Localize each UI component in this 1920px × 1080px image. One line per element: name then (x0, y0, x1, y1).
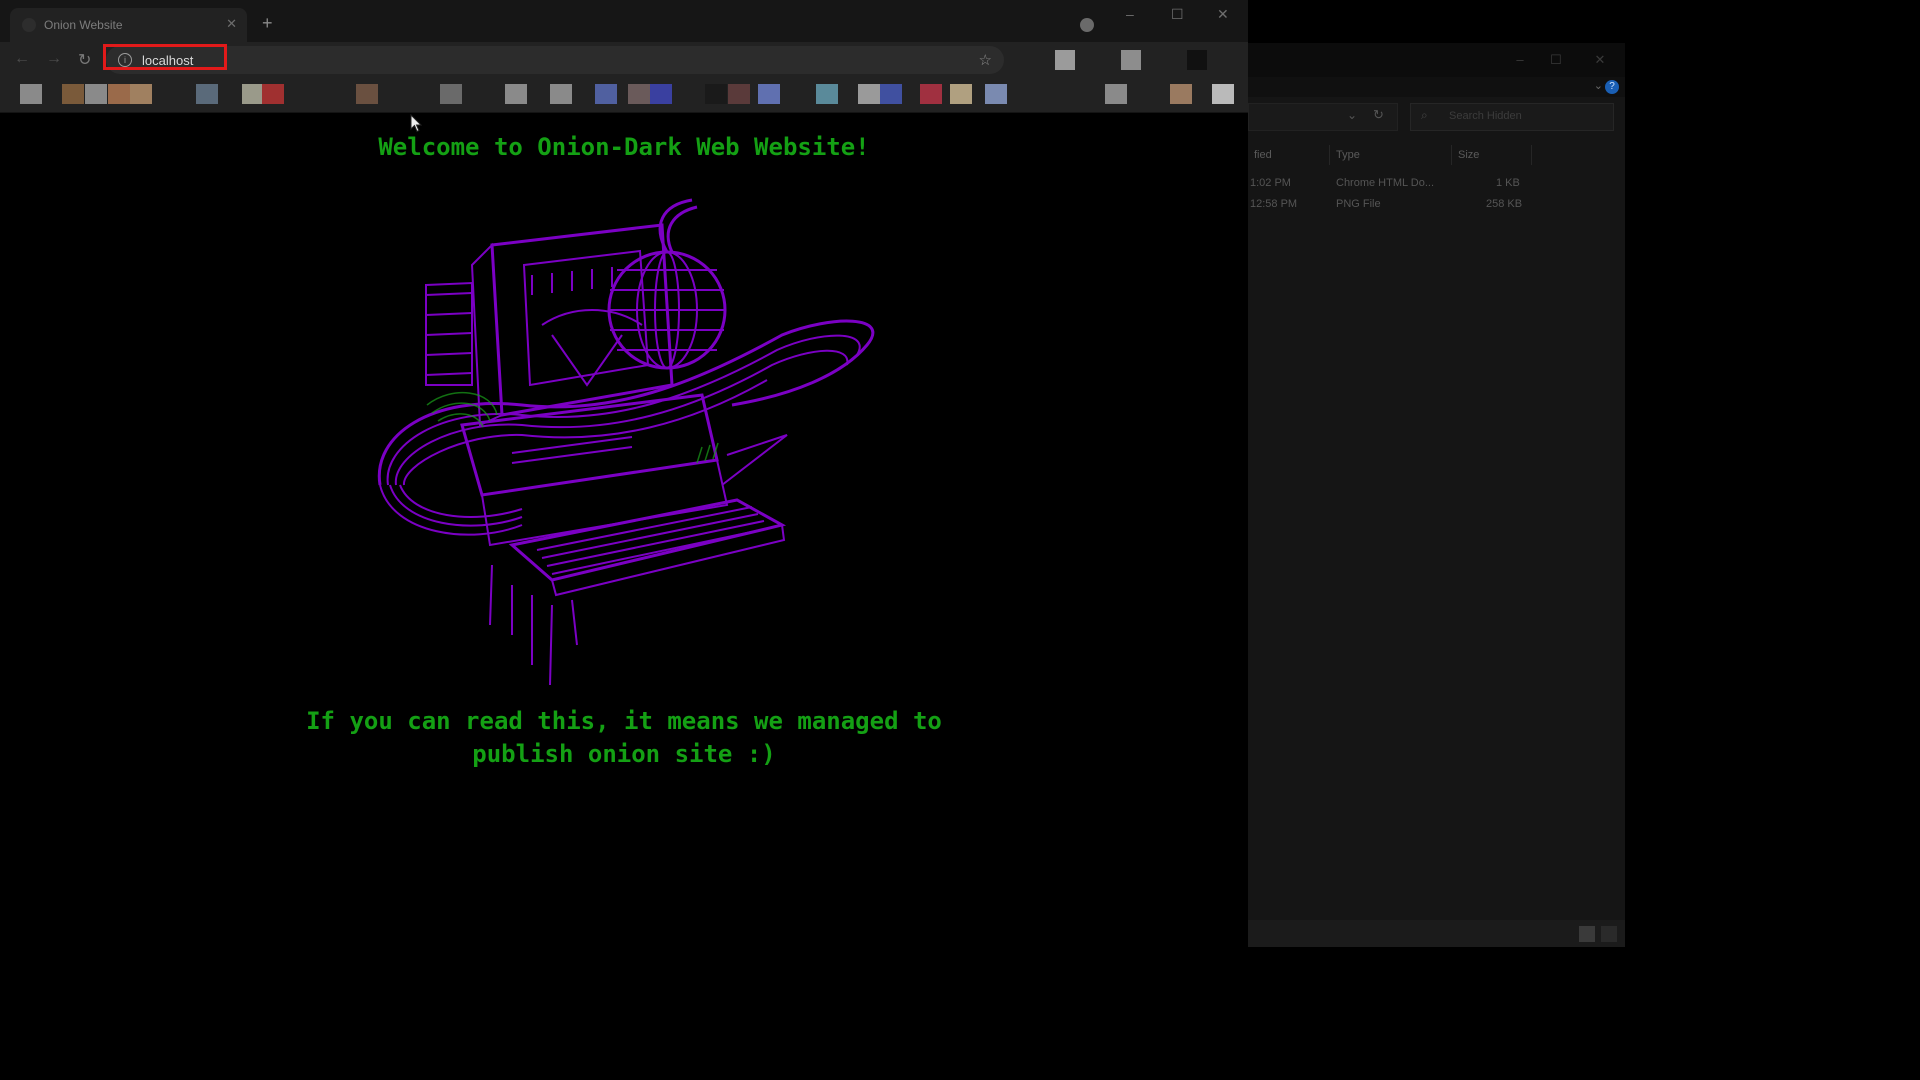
explorer-address-bar[interactable]: ⌄ ↻ (1248, 103, 1398, 131)
browser-minimize-button[interactable]: – (1126, 6, 1134, 22)
bookmark-favicon-icon[interactable] (550, 84, 572, 104)
browser-close-button[interactable]: ✕ (1217, 6, 1229, 23)
page-message-line-2: publish onion site :) (472, 740, 776, 768)
bookmark-favicon-icon[interactable] (920, 84, 942, 104)
file-modified: 12:58 PM (1250, 198, 1298, 210)
explorer-close-button[interactable]: ✕ (1585, 49, 1615, 71)
new-tab-button[interactable]: + (262, 14, 273, 32)
bookmark-favicon-icon[interactable] (985, 84, 1007, 104)
file-size: 1 KB (1496, 177, 1520, 189)
help-icon[interactable]: ? (1605, 80, 1619, 94)
tab-title: Onion Website (44, 18, 123, 32)
explorer-titlebar: – ☐ ✕ (1248, 43, 1625, 77)
explorer-maximize-button[interactable]: ☐ (1541, 49, 1571, 71)
url-highlight-annotation (103, 44, 227, 70)
bookmark-favicon-icon[interactable] (758, 84, 780, 104)
bookmark-favicon-icon[interactable] (1105, 84, 1127, 104)
explorer-search-placeholder: Search Hidden (1449, 110, 1522, 122)
bookmark-favicon-icon[interactable] (595, 84, 617, 104)
bookmark-favicon-icon[interactable] (85, 84, 107, 104)
extension-icon[interactable] (1187, 50, 1207, 70)
extension-icon[interactable] (1055, 50, 1075, 70)
bookmark-favicon-icon[interactable] (728, 84, 750, 104)
file-explorer-window: – ☐ ✕ ⌄ ? ⌄ ↻ ⌕ Search Hidden fied Type … (1248, 43, 1625, 947)
bookmark-star-icon[interactable]: ☆ (979, 51, 992, 69)
bookmarks-bar (0, 78, 1248, 113)
explorer-minimize-button[interactable]: – (1505, 49, 1535, 71)
bookmark-favicon-icon[interactable] (816, 84, 838, 104)
bookmark-favicon-icon[interactable] (505, 84, 527, 104)
column-header-type[interactable]: Type (1330, 145, 1452, 165)
explorer-ribbon: ⌄ ? (1248, 77, 1625, 97)
file-row[interactable]: 12:58 PM PNG File 258 KB (1248, 195, 1625, 215)
back-arrow-icon[interactable]: ← (14, 50, 30, 68)
browser-window: Onion Website ✕ + – ☐ ✕ ← → ↻ i localhos… (0, 0, 1248, 1080)
bookmark-favicon-icon[interactable] (108, 84, 130, 104)
page-message-line-1: If you can read this, it means we manage… (306, 707, 942, 735)
tab-strip: Onion Website ✕ + – ☐ ✕ (0, 0, 1248, 42)
file-type: PNG File (1336, 198, 1381, 210)
file-type: Chrome HTML Do... (1336, 177, 1435, 189)
bookmark-favicon-icon[interactable] (20, 84, 42, 104)
bookmark-favicon-icon[interactable] (356, 84, 378, 104)
explorer-search-box[interactable]: ⌕ Search Hidden (1410, 103, 1614, 131)
bookmark-favicon-icon[interactable] (705, 84, 727, 104)
bookmark-favicon-icon[interactable] (196, 84, 218, 104)
bookmark-favicon-icon[interactable] (858, 84, 880, 104)
ribbon-expand-chevron-icon[interactable]: ⌄ (1594, 79, 1603, 92)
file-row[interactable]: 1:02 PM Chrome HTML Do... 1 KB (1248, 174, 1625, 194)
bookmark-favicon-icon[interactable] (950, 84, 972, 104)
extension-icon[interactable] (1121, 50, 1141, 70)
tab-close-icon[interactable]: ✕ (226, 16, 237, 32)
bookmark-favicon-icon[interactable] (880, 84, 902, 104)
reload-icon[interactable]: ↻ (78, 50, 91, 70)
large-icons-view-icon[interactable] (1601, 926, 1617, 942)
tab-favicon-icon (22, 18, 36, 32)
mouse-cursor-icon (410, 114, 423, 133)
explorer-status-bar (1248, 920, 1625, 947)
bookmark-favicon-icon[interactable] (650, 84, 672, 104)
file-size: 258 KB (1486, 198, 1523, 210)
search-icon: ⌕ (1421, 108, 1428, 122)
column-header-size[interactable]: Size (1452, 145, 1532, 165)
page-content: Welcome to Onion-Dark Web Website! If yo… (0, 113, 1248, 1080)
bookmark-favicon-icon[interactable] (262, 84, 284, 104)
page-heading: Welcome to Onion-Dark Web Website! (378, 133, 870, 161)
tab-onion-website[interactable]: Onion Website ✕ (10, 8, 247, 42)
bookmark-favicon-icon[interactable] (1170, 84, 1192, 104)
forward-arrow-icon[interactable]: → (46, 50, 62, 68)
bookmark-favicon-icon[interactable] (242, 84, 264, 104)
browser-toolbar: ← → ↻ i localhost ☆ (0, 42, 1248, 78)
bookmark-favicon-icon[interactable] (628, 84, 650, 104)
file-modified: 1:02 PM (1250, 177, 1291, 189)
bookmark-favicon-icon[interactable] (440, 84, 462, 104)
explorer-refresh-icon[interactable]: ↻ (1373, 107, 1384, 123)
bookmark-favicon-icon[interactable] (130, 84, 152, 104)
address-dropdown-chevron-icon[interactable]: ⌄ (1347, 108, 1357, 122)
browser-maximize-button[interactable]: ☐ (1171, 6, 1184, 23)
address-bar[interactable]: i localhost ☆ (103, 44, 1004, 74)
details-view-icon[interactable] (1579, 926, 1595, 942)
bookmark-favicon-icon[interactable] (62, 84, 84, 104)
column-header-date-modified[interactable]: fied (1248, 145, 1330, 165)
page-message: If you can read this, it means we manage… (0, 705, 1248, 771)
profile-avatar-icon[interactable] (1080, 18, 1094, 32)
bookmark-favicon-icon[interactable] (1212, 84, 1234, 104)
retro-computer-onion-illustration (377, 198, 875, 685)
